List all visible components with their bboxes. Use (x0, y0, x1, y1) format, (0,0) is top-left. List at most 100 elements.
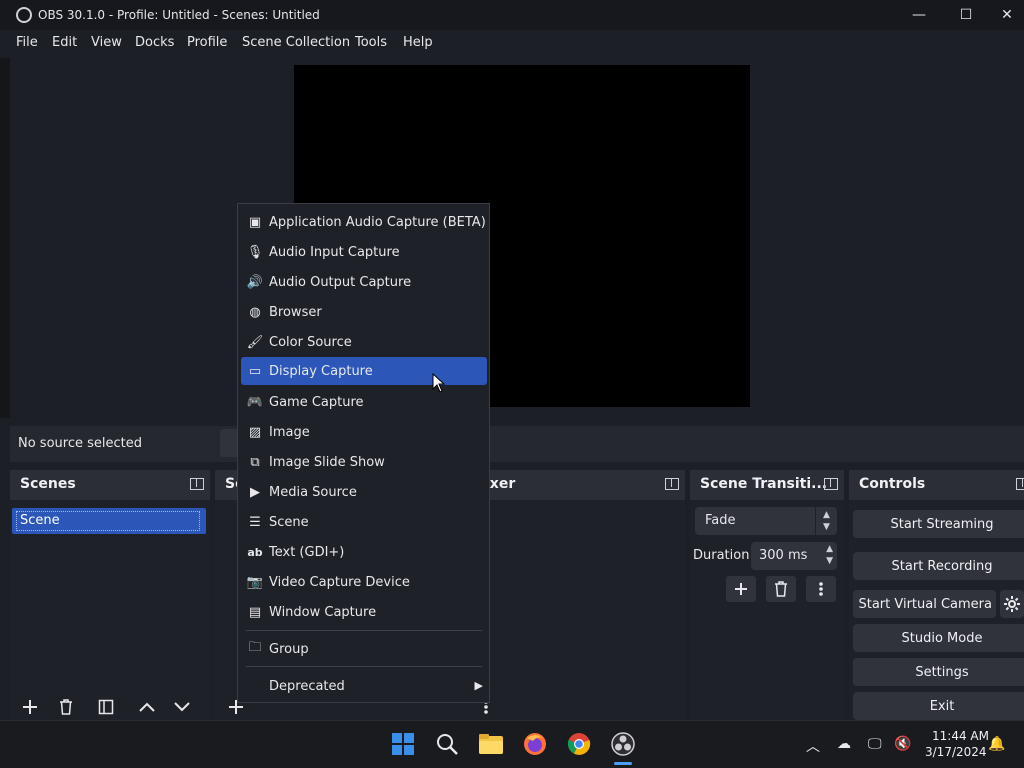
obs-logo-icon (16, 7, 32, 23)
tray-overflow-chevron-icon[interactable]: ︿ (806, 736, 820, 756)
speaker-app-icon: ▣ (248, 214, 262, 230)
menu-item-window-capture[interactable]: ▤ Window Capture (241, 598, 487, 626)
menu-item-display-capture[interactable]: ▭ Display Capture (241, 357, 487, 385)
studio-mode-button[interactable]: Studio Mode (853, 624, 1024, 652)
menu-separator (246, 630, 482, 631)
maximize-button[interactable]: ☐ (943, 0, 989, 30)
camera-icon: 📷 (246, 574, 264, 590)
exit-button[interactable]: Exit (853, 692, 1024, 720)
obs-taskbar-icon[interactable] (609, 730, 637, 758)
scenes-dock-header: Scenes (10, 470, 210, 500)
menu-item-browser[interactable]: ◍ Browser (241, 298, 487, 326)
menu-separator (246, 666, 482, 667)
float-icon[interactable] (1016, 478, 1024, 490)
menu-tools[interactable]: Tools (355, 35, 387, 50)
play-icon: ▶ (250, 484, 260, 500)
remove-transition-button[interactable] (766, 576, 796, 602)
menu-item-audio-input-capture[interactable]: 🎙 Audio Input Capture (241, 238, 487, 266)
duration-label: Duration (693, 548, 750, 563)
menu-item-application-audio-capture[interactable]: ▣ Application Audio Capture (BETA) (241, 208, 487, 236)
firefox-icon[interactable] (521, 730, 549, 758)
menu-item-image[interactable]: ▨ Image (241, 418, 487, 446)
windows-start-icon[interactable] (389, 730, 417, 758)
transitions-dock-header: Scene Transiti... (690, 470, 844, 500)
chrome-icon[interactable] (565, 730, 593, 758)
file-explorer-icon[interactable] (477, 730, 505, 758)
settings-button[interactable]: Settings (853, 658, 1024, 686)
clock-time[interactable]: 11:44 AM (932, 729, 989, 743)
slideshow-icon: ⧉ (250, 454, 260, 470)
up-down-arrows-icon: ▲ ▼ (815, 507, 837, 535)
start-virtual-camera-button[interactable]: Start Virtual Camera (853, 590, 996, 618)
scene-list-item[interactable]: Scene (12, 508, 206, 534)
menu-item-scene[interactable]: ☰ Scene (241, 508, 487, 536)
menu-view[interactable]: View (91, 35, 122, 50)
float-icon[interactable] (665, 478, 679, 490)
menu-item-text-gdi[interactable]: ab Text (GDI+) (241, 538, 487, 566)
add-scene-button[interactable] (16, 695, 44, 719)
scenes-dock-title: Scenes (20, 476, 76, 492)
chevron-down-icon (174, 702, 190, 712)
controls-dock-header: Controls (849, 470, 1024, 500)
gear-icon (1004, 596, 1020, 612)
spinner-arrows-icon[interactable]: ▲ ▼ (826, 543, 833, 567)
controls-dock-title: Controls (859, 476, 926, 492)
duration-spinbox[interactable]: 300 ms ▲ ▼ (751, 542, 837, 570)
transition-select[interactable]: Fade ▲ ▼ (695, 507, 837, 535)
menu-item-color-source[interactable]: 🖌 Color Source (241, 328, 487, 356)
menu-profile[interactable]: Profile (187, 35, 227, 50)
list-icon: ☰ (249, 514, 261, 530)
start-recording-button[interactable]: Start Recording (853, 552, 1024, 580)
trash-icon (60, 699, 72, 715)
window-title: OBS 30.1.0 - Profile: Untitled - Scenes:… (38, 8, 320, 22)
menu-item-media-source[interactable]: ▶ Media Source (241, 478, 487, 506)
remove-scene-button[interactable] (52, 695, 80, 719)
menu-file[interactable]: File (16, 35, 38, 50)
clock-date[interactable]: 3/17/2024 (925, 745, 987, 759)
menu-item-group[interactable]: 🗀 Group (241, 635, 487, 663)
filter-icon (98, 699, 114, 715)
transition-select-value: Fade (705, 513, 736, 528)
no-source-label: No source selected (18, 436, 142, 451)
mouse-cursor-icon (432, 373, 446, 393)
move-scene-up-button[interactable] (133, 695, 161, 719)
float-icon[interactable] (190, 478, 204, 490)
globe-icon: ◍ (249, 304, 261, 320)
scene-filters-button[interactable] (92, 695, 120, 719)
search-icon[interactable] (433, 730, 461, 758)
transition-menu-button[interactable] (806, 576, 836, 602)
submenu-arrow-icon: ▶ (474, 679, 483, 692)
source-toolbar (10, 426, 1024, 462)
menu-help[interactable]: Help (403, 35, 433, 50)
move-scene-down-button[interactable] (168, 695, 196, 719)
menu-scene-collection[interactable]: Scene Collection (242, 35, 350, 50)
monitor-icon: ▭ (248, 363, 262, 379)
menu-item-image-slide-show[interactable]: ⧉ Image Slide Show (241, 448, 487, 476)
menu-item-audio-output-capture[interactable]: 🔊 Audio Output Capture (241, 268, 487, 296)
menu-item-deprecated[interactable]: Deprecated ▶ (241, 672, 487, 700)
duration-value: 300 ms (759, 548, 808, 563)
scene-item-label: Scene (16, 511, 200, 531)
network-icon[interactable]: 🖵 (868, 736, 882, 752)
notification-bell-icon[interactable]: 🔔 (988, 736, 1005, 752)
menu-docks[interactable]: Docks (135, 35, 174, 50)
menu-item-video-capture-device[interactable]: 📷 Video Capture Device (241, 568, 487, 596)
menu-item-game-capture[interactable]: 🎮 Game Capture (241, 388, 487, 416)
image-icon: ▨ (248, 424, 262, 440)
close-button[interactable]: ✕ (990, 0, 1024, 30)
microphone-icon: 🎙 (246, 244, 264, 260)
add-transition-button[interactable] (726, 576, 756, 602)
text-icon: ab (247, 545, 263, 559)
menu-edit[interactable]: Edit (52, 35, 77, 50)
trash-icon (775, 581, 787, 597)
virtual-camera-settings-button[interactable] (1000, 590, 1024, 618)
window-icon: ▤ (248, 604, 262, 620)
onedrive-cloud-icon[interactable]: ☁ (837, 736, 851, 752)
start-streaming-button[interactable]: Start Streaming (853, 510, 1024, 538)
plus-icon (23, 700, 37, 714)
volume-muted-icon[interactable]: 🔇 (894, 736, 911, 752)
minimize-button[interactable]: — (896, 0, 942, 30)
float-icon[interactable] (824, 478, 838, 490)
gamepad-icon: 🎮 (246, 394, 264, 410)
plus-icon (735, 583, 747, 595)
